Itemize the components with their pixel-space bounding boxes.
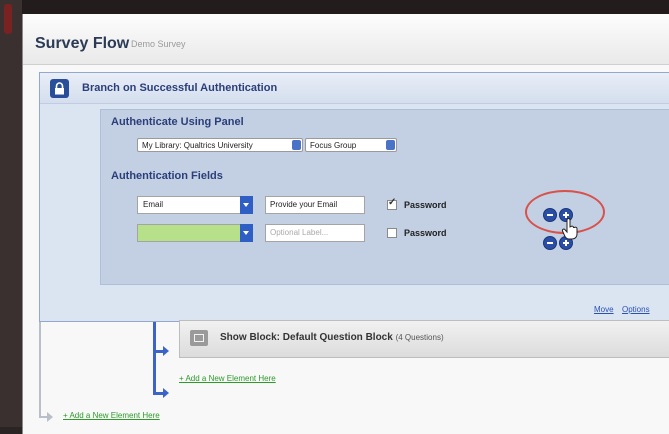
- library-select-value: My Library: Qualtrics University: [142, 141, 253, 150]
- fields-section-label: Authentication Fields: [111, 170, 223, 182]
- show-block-label: Show Block: Default Question Block: [220, 332, 393, 343]
- checkmark-icon: ✓: [388, 197, 397, 208]
- flow-arrow-icon: [47, 412, 53, 422]
- password-label: Password: [404, 200, 447, 210]
- background-top: [0, 0, 669, 14]
- panel-select-value: Focus Group: [310, 141, 357, 150]
- password-checkbox[interactable]: [387, 228, 397, 238]
- password-checkbox[interactable]: ✓: [387, 197, 397, 210]
- background-left: [0, 0, 22, 427]
- select-arrow-icon: [292, 140, 301, 150]
- panel-select[interactable]: Focus Group: [305, 138, 397, 152]
- flow-arrow-icon: [163, 388, 169, 398]
- move-link[interactable]: Move: [594, 305, 614, 314]
- page-title: Survey Flow: [35, 35, 130, 52]
- show-block-element[interactable]: Show Block: Default Question Block (4 Qu…: [179, 320, 669, 358]
- add-element-link-branch[interactable]: + Add a New Element Here: [179, 374, 276, 383]
- library-select[interactable]: My Library: Qualtrics University: [137, 138, 303, 152]
- auth-label-input-optional[interactable]: Optional Label...: [265, 224, 365, 242]
- flow-arrow-icon: [163, 346, 169, 356]
- select-arrow-icon: [386, 140, 395, 150]
- question-count: (4 Questions): [395, 333, 444, 342]
- branch-connector: [153, 392, 163, 395]
- survey-flow-window: Survey Flow Demo Survey + Add a New Elem…: [22, 14, 669, 434]
- add-element-link-bottom[interactable]: + Add a New Element Here: [63, 411, 160, 420]
- auth-field-dropdown[interactable]: Email: [137, 196, 253, 214]
- block-icon: [190, 330, 208, 346]
- branch-title: Branch on Successful Authentication: [82, 82, 278, 94]
- password-label: Password: [404, 228, 447, 238]
- branch-header: Branch on Successful Authentication: [40, 73, 669, 104]
- auth-label-value: Provide your Email: [270, 200, 338, 209]
- auth-field-value: Email: [143, 200, 164, 209]
- auth-label-input[interactable]: Provide your Email: [265, 196, 365, 214]
- panel-section-label: Authenticate Using Panel: [111, 116, 244, 128]
- auth-field-dropdown-empty[interactable]: [137, 224, 253, 242]
- auth-label-placeholder: Optional Label...: [270, 228, 329, 237]
- survey-name: Demo Survey: [131, 39, 186, 49]
- window-header: Survey Flow Demo Survey: [23, 14, 669, 65]
- minus-circle-icon[interactable]: [543, 236, 557, 250]
- dropdown-arrow-icon[interactable]: [240, 196, 253, 214]
- branch-connector: [153, 350, 163, 353]
- options-link[interactable]: Options: [622, 305, 650, 314]
- dropdown-arrow-icon[interactable]: [240, 224, 253, 242]
- background-red-mark: [4, 4, 12, 34]
- lock-icon: [50, 79, 69, 98]
- hand-cursor-icon: [561, 218, 579, 245]
- show-block-title: Show Block: Default Question Block (4 Qu…: [220, 332, 444, 343]
